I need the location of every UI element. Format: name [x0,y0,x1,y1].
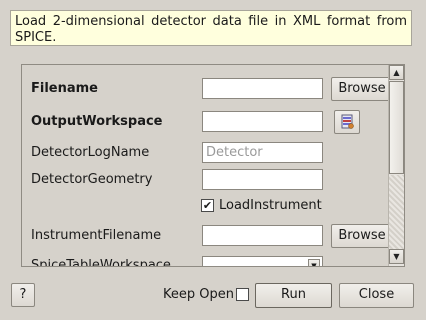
filename-input[interactable] [202,78,323,99]
keep-open-label: Keep Open [163,287,234,302]
load-instrument-checkbox[interactable]: ✔ [201,199,214,212]
filename-browse-button[interactable]: Browse [331,77,393,101]
spice-table-workspace-label: SpiceTableWorkspace [31,258,171,267]
properties-scroll-area[interactable]: Filename Browse OutputWorkspace Detector… [21,64,405,267]
detector-log-name-label: DetectorLogName [31,145,150,160]
filename-label: Filename [31,81,98,96]
chevron-down-icon[interactable]: ▼ [308,259,320,266]
vertical-scrollbar[interactable]: ▲ ▼ [388,65,404,266]
spice-table-workspace-combo[interactable]: ▼ [202,256,323,266]
detector-geometry-label: DetectorGeometry [31,172,153,187]
algorithm-description: Load 2-dimensional detector data file in… [10,10,412,46]
scroll-up-icon[interactable]: ▲ [389,65,404,80]
scrollbar-track[interactable] [389,175,404,250]
output-workspace-input[interactable] [202,111,323,132]
detector-log-name-input[interactable]: Detector [202,142,323,163]
load-instrument-label[interactable]: LoadInstrument [219,198,322,213]
workspace-icon [341,114,354,129]
instrument-filename-label: InstrumentFilename [31,228,162,243]
detector-geometry-input[interactable] [202,169,323,190]
load-spice-xml2dd-dialog: Load 2-dimensional detector data file in… [0,0,426,320]
keep-open-checkbox[interactable] [236,288,249,301]
scrollbar-thumb[interactable] [389,81,404,174]
instrument-filename-input[interactable] [202,225,323,246]
help-button[interactable]: ? [11,283,35,307]
scroll-down-icon[interactable]: ▼ [389,249,404,264]
output-workspace-label: OutputWorkspace [31,114,163,129]
workspace-replace-button[interactable] [334,110,360,134]
close-button[interactable]: Close [339,283,414,308]
instrument-filename-browse-button[interactable]: Browse [331,224,393,248]
run-button[interactable]: Run [255,283,332,308]
